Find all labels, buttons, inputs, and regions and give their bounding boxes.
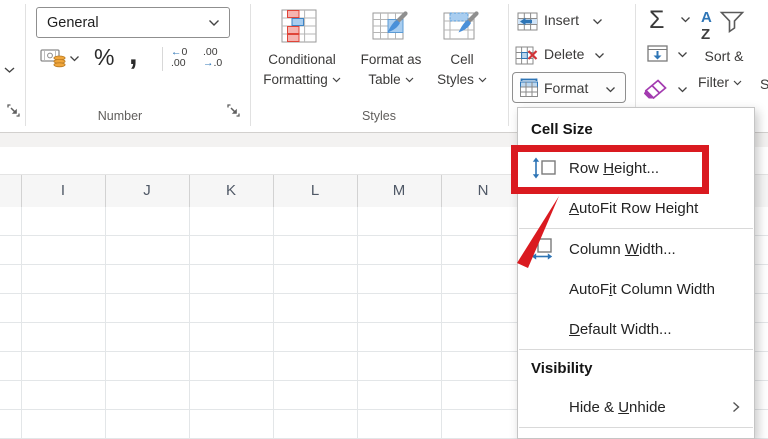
right-arrow-icon: → <box>203 57 214 69</box>
chevron-down-icon <box>605 86 616 93</box>
gridline <box>21 207 22 439</box>
menu-item-row-height[interactable]: Row Height... <box>518 148 754 188</box>
gridline <box>105 207 106 439</box>
insert-cells-icon <box>517 12 538 36</box>
menu-item-label: Hide & Unhide <box>569 398 666 416</box>
gridline <box>441 207 442 439</box>
menu-item-label: AutoFit Column Width <box>569 280 715 298</box>
delete-cells-icon <box>515 46 538 70</box>
column-header-j[interactable]: J <box>105 175 189 207</box>
sort-filter-button[interactable]: Sort & <box>692 48 756 64</box>
column-header-i[interactable]: I <box>21 175 105 207</box>
dialog-launcher-icon[interactable] <box>227 104 240 122</box>
menu-item-column-width[interactable]: Column Width... <box>518 229 754 269</box>
format-as-table-button[interactable]: Format as Table <box>346 50 436 90</box>
chevron-down-icon <box>208 19 229 27</box>
group-separator <box>250 4 251 126</box>
separator <box>162 47 163 71</box>
sort-filter-button-line2[interactable]: Filter <box>688 74 752 90</box>
partial-find-select-label: S <box>760 76 768 92</box>
autosum-button[interactable]: Σ <box>649 6 664 35</box>
column-width-icon <box>531 238 557 260</box>
cell-styles-button[interactable]: Cell Styles <box>424 50 500 90</box>
comma-style-button[interactable]: , <box>129 36 138 72</box>
accounting-format-icon[interactable] <box>40 48 67 73</box>
styles-group-label: Styles <box>361 109 397 123</box>
group-separator <box>25 4 26 126</box>
chevron-down-icon[interactable] <box>3 66 16 74</box>
conditional-formatting-button[interactable]: Conditional Formatting <box>252 50 352 90</box>
sort-az-z-icon: Z <box>701 26 711 43</box>
column-header-m[interactable]: M <box>357 175 441 207</box>
chevron-down-icon[interactable] <box>69 55 80 62</box>
insert-button[interactable]: Insert <box>544 12 579 28</box>
number-format-select[interactable]: General <box>36 7 230 38</box>
number-format-value: General <box>47 14 99 31</box>
format-dropdown-menu: Cell Size Row Height... AutoFit Row Height… <box>517 107 755 439</box>
chevron-down-icon[interactable] <box>594 52 605 59</box>
row-height-icon <box>531 157 557 179</box>
filter-funnel-icon <box>719 10 745 39</box>
sort-az-a-icon: A <box>701 9 712 26</box>
conditional-formatting-icon <box>281 7 319 50</box>
menu-item-label: Default Width... <box>569 320 672 338</box>
menu-item-label: AutoFit Row Height <box>569 199 699 217</box>
group-separator <box>508 4 509 126</box>
gridline <box>357 207 358 439</box>
percent-style-button[interactable]: % <box>94 44 114 71</box>
fill-down-icon[interactable] <box>647 45 669 68</box>
number-group-label: Number <box>97 109 143 123</box>
chevron-down-icon <box>478 77 487 83</box>
chevron-down-icon[interactable] <box>680 16 691 23</box>
dialog-launcher-icon[interactable] <box>7 104 20 122</box>
chevron-down-icon[interactable] <box>677 51 688 58</box>
delete-button[interactable]: Delete <box>544 46 584 62</box>
decrease-decimal-button[interactable]: .00 →.0 <box>203 47 222 69</box>
format-cells-icon <box>519 78 539 103</box>
menu-divider <box>519 427 753 428</box>
column-header-l[interactable]: L <box>273 175 357 207</box>
menu-item-hide-unhide[interactable]: Hide & Unhide <box>518 387 754 427</box>
gridline <box>273 207 274 439</box>
menu-item-label: Column Width... <box>569 240 676 258</box>
chevron-down-icon <box>733 80 742 86</box>
menu-item-autofit-row-height[interactable]: AutoFit Row Height <box>518 188 754 228</box>
chevron-down-icon[interactable] <box>677 86 688 93</box>
cell-styles-icon <box>443 9 479 50</box>
chevron-down-icon <box>332 77 341 83</box>
gridline <box>189 207 190 439</box>
format-button[interactable]: Format <box>512 72 626 103</box>
submenu-chevron-icon <box>732 401 740 413</box>
chevron-down-icon <box>405 77 414 83</box>
clear-eraser-icon[interactable] <box>643 79 667 105</box>
excel-window: General % , ←0 .00 .00 →.0 Number Condit… <box>0 0 768 439</box>
menu-item-autofit-column-width[interactable]: AutoFit Column Width <box>518 269 754 309</box>
format-button-label: Format <box>544 80 589 96</box>
format-as-table-icon <box>372 9 408 50</box>
menu-section-header: Cell Size <box>531 121 593 138</box>
increase-decimal-button[interactable]: ←0 .00 <box>171 47 187 69</box>
menu-item-default-width[interactable]: Default Width... <box>518 309 754 349</box>
chevron-down-icon[interactable] <box>592 18 603 25</box>
menu-section-header: Visibility <box>531 360 593 377</box>
menu-item-label: Row Height... <box>569 159 660 177</box>
column-header-k[interactable]: K <box>189 175 273 207</box>
column-header-n[interactable]: N <box>441 175 525 207</box>
